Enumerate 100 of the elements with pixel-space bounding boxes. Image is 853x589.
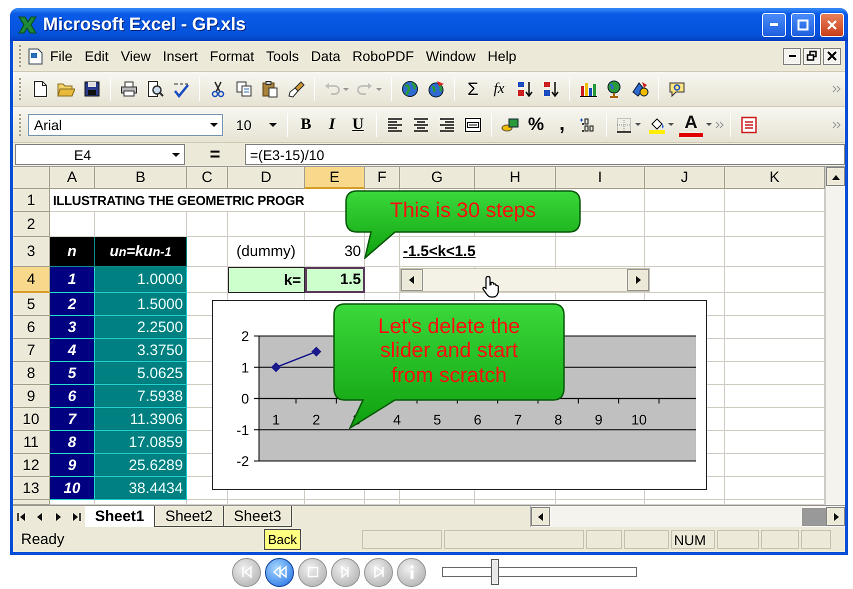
info-icon <box>408 565 414 579</box>
axis-label: 2 <box>241 328 249 344</box>
menu-item[interactable]: File <box>44 46 79 66</box>
axis-label: 9 <box>594 412 603 428</box>
slider-thumb[interactable] <box>490 559 499 585</box>
sheet-tab[interactable]: Sheet2 <box>155 506 224 527</box>
menu-item[interactable]: Tools <box>260 46 305 66</box>
table-cell: 8 <box>50 431 95 454</box>
row-header[interactable]: 4 <box>13 267 50 293</box>
tooltip: Back <box>264 529 301 550</box>
table-cell: k= <box>228 267 305 293</box>
table-cell: 11.3906 <box>95 408 187 431</box>
scroll-left-button[interactable] <box>531 507 550 526</box>
scroll-thumb[interactable] <box>802 508 826 526</box>
status-panel <box>801 530 831 549</box>
table-cell: 25.6289 <box>95 454 187 477</box>
chevron-icon <box>715 120 724 128</box>
row-header[interactable]: 1 <box>13 189 50 212</box>
row-header[interactable]: 6 <box>13 316 50 339</box>
scroll-up-button[interactable] <box>826 167 845 186</box>
column-header[interactable]: E <box>305 167 365 189</box>
row-header[interactable]: 5 <box>13 293 50 316</box>
column-header[interactable]: I <box>556 167 645 189</box>
percent-button[interactable]: % <box>524 112 548 138</box>
sheet-tab[interactable]: Sheet1 <box>85 506 156 527</box>
maximize-icon <box>796 18 810 32</box>
menu-item[interactable]: Format <box>204 46 260 66</box>
row-header[interactable]: 7 <box>13 339 50 362</box>
column-header[interactable]: K <box>725 167 825 189</box>
column-header[interactable]: C <box>187 167 228 189</box>
column-header[interactable]: F <box>365 167 400 189</box>
menu-item[interactable]: RoboPDF <box>346 46 420 66</box>
vertical-scrollbar[interactable] <box>825 167 845 505</box>
hand-cursor-icon <box>481 275 501 299</box>
minimize-icon <box>788 55 796 57</box>
slider[interactable] <box>440 558 639 586</box>
scroll-right-button[interactable] <box>826 507 845 526</box>
sort-descending-icon <box>542 80 560 98</box>
scroll-left-button[interactable] <box>401 269 423 291</box>
maximize-button[interactable] <box>791 12 815 36</box>
row-header[interactable]: 8 <box>13 362 50 385</box>
table-cell: 7.5938 <box>95 385 187 408</box>
status-panel <box>624 530 669 549</box>
menu-item[interactable]: View <box>114 46 157 66</box>
restore-button[interactable] <box>803 48 821 64</box>
restore-icon <box>806 50 818 62</box>
comma-button[interactable]: , <box>550 112 574 138</box>
player-button[interactable] <box>265 558 294 586</box>
row-header[interactable]: 12 <box>13 454 50 477</box>
axis-label: 6 <box>474 412 482 428</box>
table-cell: 17.0859 <box>95 431 187 454</box>
borders-icon <box>615 116 633 134</box>
formula-field[interactable]: =(E3-15)/10 <box>245 144 845 165</box>
axis-label: 5 <box>433 412 442 428</box>
column-header[interactable]: H <box>475 167 556 189</box>
row-header[interactable]: 3 <box>13 237 50 267</box>
globe-icon <box>401 80 419 98</box>
currency-icon <box>501 116 519 134</box>
table-cell: 9 <box>50 454 95 477</box>
name-box[interactable]: E4 <box>15 144 185 165</box>
row-header[interactable]: 11 <box>13 431 50 454</box>
rewind-icon <box>270 563 288 581</box>
row-header[interactable]: 2 <box>13 212 50 237</box>
autosum-button[interactable]: Σ <box>461 76 485 102</box>
underline-button[interactable]: U <box>346 112 370 138</box>
menu-item[interactable]: Data <box>304 46 346 66</box>
font-color-button[interactable]: A <box>679 112 703 136</box>
horizontal-scrollbar[interactable] <box>530 506 845 527</box>
fill-color-icon <box>648 116 666 134</box>
scrollbar-control[interactable] <box>400 268 650 292</box>
menu-item[interactable]: Window <box>420 46 482 66</box>
column-header[interactable]: A <box>50 167 95 189</box>
menu-item[interactable]: Help <box>482 46 522 66</box>
font-field[interactable]: Arial <box>28 114 223 136</box>
close-button[interactable] <box>823 48 841 64</box>
row-header[interactable]: 10 <box>13 408 50 431</box>
scroll-right-button[interactable] <box>627 269 649 291</box>
sheet-tab[interactable]: Sheet3 <box>224 506 292 527</box>
num-lock-indicator: NUM <box>671 530 715 549</box>
function-button[interactable]: fx <box>487 76 511 102</box>
italic-button[interactable]: I <box>320 112 344 138</box>
print-preview-icon <box>146 80 164 98</box>
copy-icon <box>235 80 253 98</box>
table-cell: 1.5000 <box>95 293 187 316</box>
menu-item[interactable]: Insert <box>156 46 204 66</box>
column-header[interactable]: B <box>95 167 187 189</box>
bold-button[interactable]: B <box>294 112 318 138</box>
window-title: Microsoft Excel - GP.xls <box>43 14 246 35</box>
row-header[interactable]: 9 <box>13 385 50 408</box>
column-header[interactable]: J <box>645 167 725 189</box>
cross-logo-icon <box>17 14 38 34</box>
minimize-button[interactable] <box>783 48 801 64</box>
font-size-field[interactable]: 10 <box>231 114 281 136</box>
redo-arrow-icon <box>356 80 374 98</box>
minimize-icon <box>770 23 778 26</box>
column-header[interactable]: G <box>400 167 475 189</box>
menu-item[interactable]: Edit <box>78 46 115 66</box>
status-panel <box>717 530 759 549</box>
row-header[interactable]: 13 <box>13 477 50 500</box>
column-header[interactable]: D <box>228 167 305 189</box>
